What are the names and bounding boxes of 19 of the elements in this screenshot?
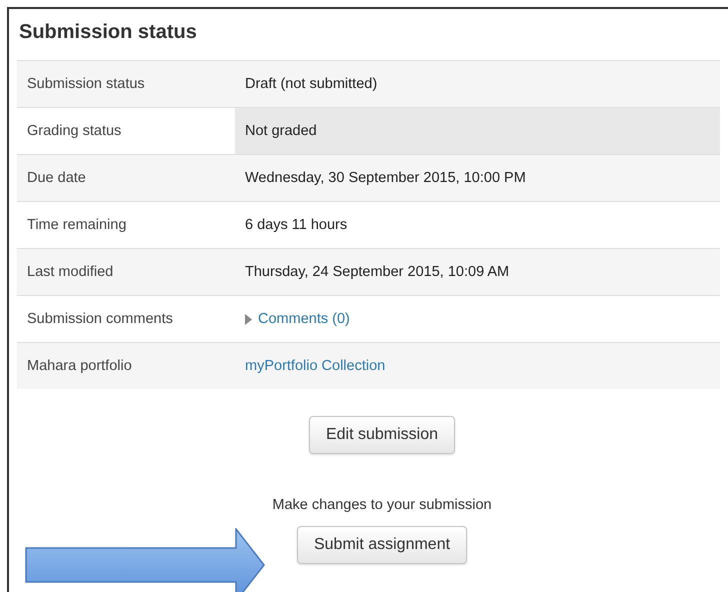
expand-triangle-icon[interactable]	[245, 314, 252, 324]
field-value: Not graded	[245, 123, 317, 139]
field-label: Time remaining	[26, 216, 128, 235]
field-value: 6 days 11 hours	[245, 217, 348, 233]
field-label: Mahara portfolio	[26, 357, 133, 376]
field-label: Grading status	[26, 122, 122, 141]
field-value: Wednesday, 30 September 2015, 10:00 PM	[245, 170, 526, 186]
field-label: Submission status	[26, 75, 146, 94]
submit-assignment-button[interactable]: Submit assignment	[296, 526, 468, 564]
field-label: Last modified	[26, 263, 114, 282]
field-label: Submission comments	[26, 310, 174, 329]
section-heading: Submission status	[18, 20, 198, 45]
field-value: Draft (not submitted)	[245, 76, 378, 92]
edit-submission-button[interactable]: Edit submission	[308, 416, 456, 454]
field-label: Due date	[26, 169, 87, 188]
comments-link[interactable]: Comments (0)	[258, 311, 350, 327]
hint-text: Make changes to your submission	[272, 497, 492, 513]
portfolio-link[interactable]: myPortfolio Collection	[245, 358, 386, 374]
field-value: Thursday, 24 September 2015, 10:09 AM	[245, 264, 510, 280]
